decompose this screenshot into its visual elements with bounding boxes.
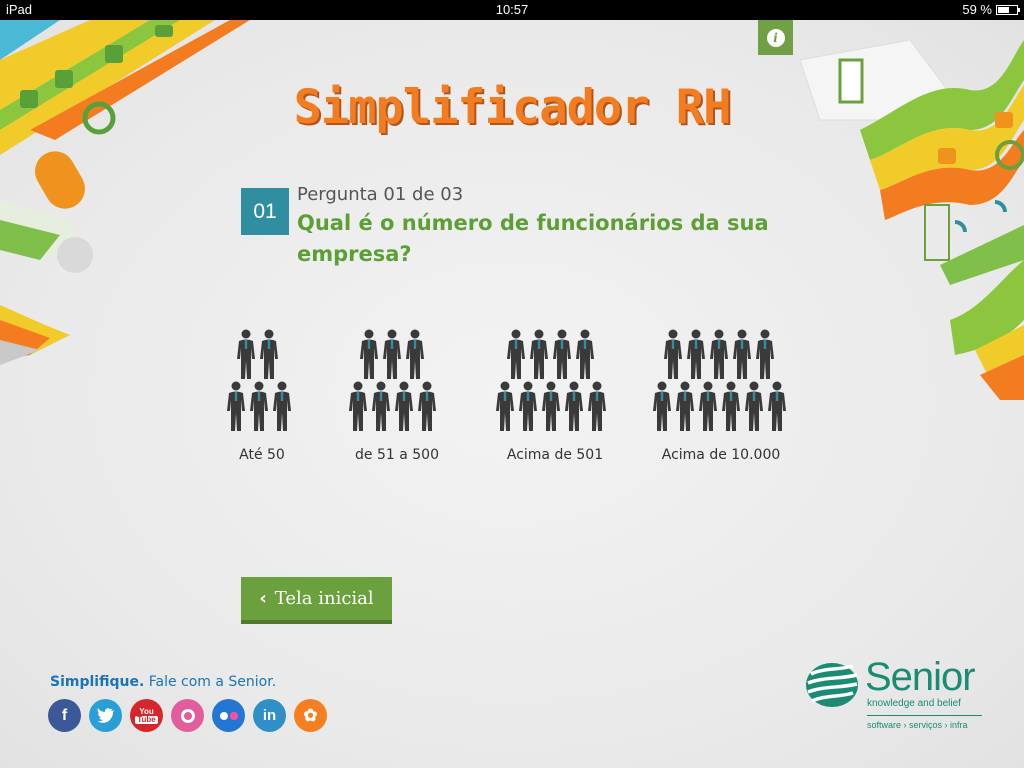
battery-percent: 59 % <box>962 2 992 17</box>
footer-tagline: Simplifique. Fale com a Senior. <box>50 674 276 690</box>
person-figure <box>588 381 606 431</box>
question-counter: Pergunta 01 de 03 <box>297 184 464 205</box>
question-text: Qual é o número de funcionários da sua e… <box>297 211 769 266</box>
person-figure <box>372 381 390 431</box>
option-label: de 51 a 500 <box>355 447 439 463</box>
option-label: Acima de 10.000 <box>661 447 781 463</box>
person-figure <box>722 381 740 431</box>
back-to-home-button[interactable]: ‹ Tela inicial <box>241 577 392 624</box>
decorative-ribbons-top-left <box>0 20 250 365</box>
app-title: Simplificador RH <box>293 80 732 135</box>
person-figure <box>576 329 594 379</box>
person-figure <box>699 381 717 431</box>
social-links: f You Tube in ✿ <box>48 699 327 732</box>
person-figure <box>507 329 525 379</box>
option-acima-de-501[interactable]: Acima de 501 <box>490 325 620 463</box>
option-ate-50[interactable]: Até 50 <box>222 325 302 463</box>
person-figure <box>227 381 245 431</box>
app-screen: i Simplificador RH 01 Pergunta 01 de 03 … <box>0 20 1024 768</box>
logo-brand: Senior <box>865 655 976 699</box>
person-figure <box>273 381 291 431</box>
chevron-left-icon: ‹ <box>259 588 267 609</box>
twitter-icon[interactable] <box>89 699 122 732</box>
info-icon: i <box>766 28 785 47</box>
person-figure <box>756 329 774 379</box>
logo-subtitle: software › serviços › infra <box>867 720 968 730</box>
question-number-badge: 01 <box>241 188 289 235</box>
person-figure <box>237 329 255 379</box>
person-figure <box>653 381 671 431</box>
tagline-rest: Fale com a Senior. <box>144 674 277 690</box>
decorative-ribbons-right <box>799 39 1024 400</box>
logo-slogan: knowledge and belief <box>867 698 961 709</box>
logo-divider <box>867 715 982 716</box>
person-figure <box>710 329 728 379</box>
option-51-a-500[interactable]: de 51 a 500 <box>342 325 452 463</box>
person-figure <box>530 329 548 379</box>
flickr-icon[interactable] <box>212 699 245 732</box>
person-figure <box>565 381 583 431</box>
info-button[interactable]: i <box>758 20 793 55</box>
youtube-icon[interactable]: You Tube <box>130 699 163 732</box>
people-group-icon <box>496 329 606 431</box>
person-figure <box>519 381 537 431</box>
orkut-icon[interactable] <box>171 699 204 732</box>
senior-logo: Senior knowledge and belief software › s… <box>805 653 990 738</box>
back-button-label: Tela inicial <box>274 588 374 609</box>
person-figure <box>360 329 378 379</box>
facebook-icon[interactable]: f <box>48 699 81 732</box>
person-figure <box>418 381 436 431</box>
option-label: Até 50 <box>239 447 285 463</box>
clock: 10:57 <box>495 2 529 17</box>
battery-icon <box>996 4 1020 15</box>
people-group-icon <box>349 329 436 431</box>
people-group-icon <box>227 329 291 431</box>
person-figure <box>250 381 268 431</box>
person-figure <box>745 381 763 431</box>
person-figure <box>687 329 705 379</box>
linkedin-icon[interactable]: in <box>253 699 286 732</box>
option-label: Acima de 501 <box>506 447 604 463</box>
person-figure <box>553 329 571 379</box>
people-group-icon <box>653 329 786 431</box>
person-figure <box>733 329 751 379</box>
person-figure <box>664 329 682 379</box>
person-figure <box>260 329 278 379</box>
person-figure <box>383 329 401 379</box>
status-bar: iPad 10:57 59 % <box>0 0 1024 20</box>
option-acima-de-10000[interactable]: Acima de 10.000 <box>651 325 791 463</box>
person-figure <box>395 381 413 431</box>
person-figure <box>542 381 560 431</box>
mix-icon[interactable]: ✿ <box>294 699 327 732</box>
person-figure <box>768 381 786 431</box>
person-figure <box>496 381 514 431</box>
person-figure <box>406 329 424 379</box>
battery-indicator: 59 % <box>962 2 1020 17</box>
person-figure <box>676 381 694 431</box>
person-figure <box>349 381 367 431</box>
senior-logo-mark <box>806 663 858 707</box>
tagline-bold: Simplifique. <box>50 674 145 690</box>
